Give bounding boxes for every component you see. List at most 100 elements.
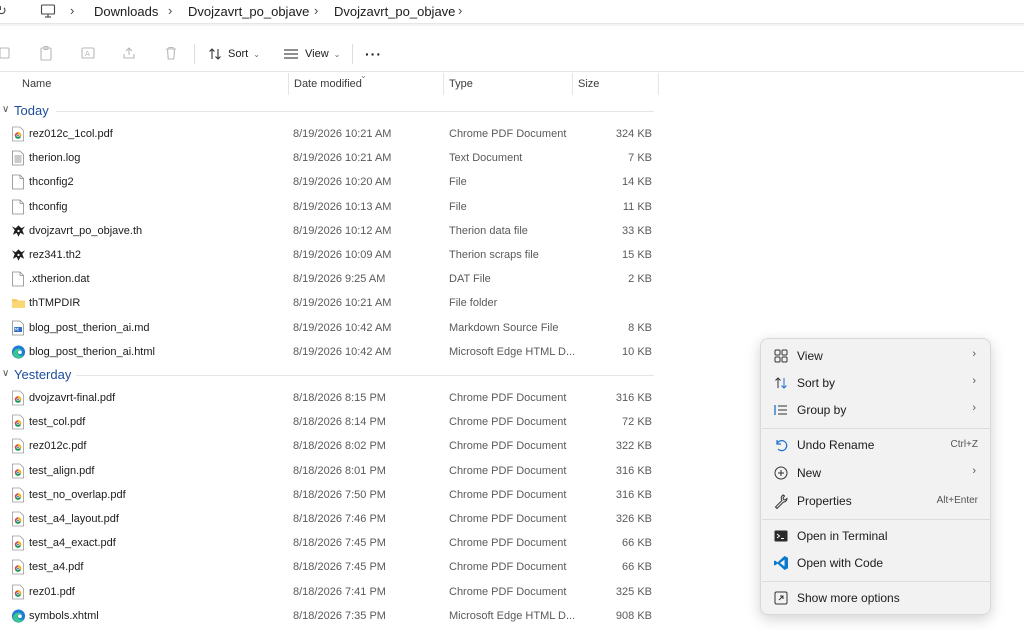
file-size: 2 KB	[628, 273, 652, 286]
file-date: 8/19/2026 10:21 AM	[293, 297, 392, 310]
file-row[interactable]: test_no_overlap.pdf 8/18/2026 7:50 PM Chro…	[0, 483, 660, 507]
file-size: 72 KB	[622, 416, 652, 429]
file-row[interactable]: blog_post_therion_ai.md 8/19/2026 10:42 A…	[0, 316, 660, 340]
column-divider[interactable]	[288, 73, 289, 95]
menu-item-view[interactable]: View ›	[765, 343, 988, 369]
context-menu: View › Sort by › Group by › Undo Rename …	[760, 338, 991, 615]
file-type: Chrome PDF Document	[449, 128, 567, 140]
file-date: 8/19/2026 9:25 AM	[293, 273, 386, 286]
file-name: dvojzavrt-final.pdf	[29, 392, 116, 404]
column-header-type[interactable]: Type	[449, 78, 473, 90]
file-row[interactable]: blog_post_therion_ai.html 8/19/2026 10:42…	[0, 340, 660, 364]
menu-item-sort-by[interactable]: Sort by ›	[765, 370, 988, 396]
copy-icon[interactable]	[0, 45, 12, 61]
file-type: Chrome PDF Document	[449, 513, 567, 525]
more-options-button[interactable]: ···	[365, 43, 382, 65]
chevron-down-icon: ⌄	[253, 49, 260, 59]
rename-icon[interactable]: A	[80, 45, 96, 61]
refresh-icon[interactable]: ↻	[0, 3, 12, 19]
view-label: View	[305, 48, 329, 60]
chevron-right-icon[interactable]: ›	[70, 3, 74, 18]
file-name: .xtherion.dat	[29, 273, 90, 286]
column-divider[interactable]	[572, 73, 573, 95]
file-row[interactable]: symbols.xhtml 8/18/2026 7:35 PM Microsoft …	[0, 604, 660, 628]
file-row[interactable]: test_align.pdf 8/18/2026 8:01 PM Chrome PD…	[0, 459, 660, 483]
file-row[interactable]: rez012c.pdf 8/18/2026 8:02 PM Chrome PDF D…	[0, 434, 660, 458]
pdf-icon	[11, 390, 25, 406]
menu-item-new[interactable]: New ›	[765, 460, 988, 486]
group-header-today[interactable]: ∨ Today	[0, 102, 660, 120]
breadcrumb-item-folder[interactable]: Dvojzavrt_po_objave	[188, 4, 309, 19]
file-type: File folder	[449, 297, 498, 310]
file-size: 316 KB	[615, 464, 652, 477]
file-type: File	[449, 176, 467, 189]
file-row[interactable]: rez012c_1col.pdf 8/19/2026 10:21 AM Chrome…	[0, 122, 660, 146]
toolbar-divider	[194, 44, 195, 64]
file-name: test_col.pdf	[29, 416, 86, 429]
sort-button[interactable]: Sort ⌄	[208, 43, 260, 65]
menu-item-label: New	[797, 466, 822, 480]
menu-divider	[762, 428, 991, 429]
this-pc-icon[interactable]	[40, 3, 56, 19]
file-row[interactable]: test_col.pdf 8/18/2026 8:14 PM Chrome PDF …	[0, 410, 660, 434]
menu-item-undo-rename[interactable]: Undo Rename Ctrl+Z	[765, 432, 988, 458]
file-row[interactable]: thTMPDIR 8/19/2026 10:21 AM File folder	[0, 291, 660, 315]
menu-item-open-terminal[interactable]: Open in Terminal	[765, 523, 988, 549]
file-name: rez01.pdf	[29, 585, 75, 598]
file-row[interactable]: rez341.th2 8/19/2026 10:09 AM Therion scra…	[0, 243, 660, 267]
pdf-icon	[11, 126, 25, 142]
file-type: Microsoft Edge HTML D...	[449, 609, 576, 622]
menu-item-show-more-options[interactable]: Show more options	[765, 585, 988, 611]
breadcrumb-item-current[interactable]: Dvojzavrt_po_objave	[334, 4, 455, 19]
pdf-icon	[11, 511, 25, 527]
menu-item-open-with-code[interactable]: Open with Code	[765, 550, 988, 576]
chevron-down-icon[interactable]: ∨	[2, 104, 9, 115]
file-row[interactable]: test_a4_layout.pdf 8/18/2026 7:46 PM Chrom…	[0, 507, 660, 531]
file-date: 8/18/2026 8:02 PM	[293, 440, 386, 453]
group-header-yesterday[interactable]: ∨ Yesterday	[0, 366, 660, 384]
breadcrumb[interactable]: ↻ › Downloads › Dvojzavrt_po_objave › Dv…	[0, 0, 1024, 24]
chevron-right-icon[interactable]: ›	[458, 3, 462, 18]
undo-icon	[776, 440, 788, 452]
sort-label: Sort	[228, 48, 249, 60]
chevron-right-icon: ›	[972, 375, 976, 387]
share-icon[interactable]	[121, 45, 137, 61]
file-row[interactable]: thconfig 8/19/2026 10:13 AM File 11 KB	[0, 195, 660, 219]
file-name: symbols.xhtml	[29, 609, 99, 622]
file-row[interactable]: rez01.pdf 8/18/2026 7:41 PM Chrome PDF Doc…	[0, 580, 660, 604]
menu-item-group-by[interactable]: Group by ›	[765, 397, 988, 423]
delete-icon[interactable]	[163, 45, 179, 61]
chevron-right-icon[interactable]: ›	[314, 3, 318, 18]
file-row[interactable]: dvojzavrt_po_objave.th 8/19/2026 10:12 AM…	[0, 219, 660, 243]
file-date: 8/18/2026 8:14 PM	[293, 416, 386, 429]
file-row[interactable]: test_a4_exact.pdf 8/18/2026 7:45 PM Chrome…	[0, 531, 660, 555]
chevron-down-icon[interactable]: ∨	[2, 368, 9, 379]
file-row[interactable]: thconfig2 8/19/2026 10:20 AM File 14 KB	[0, 170, 660, 194]
chevron-right-icon[interactable]: ›	[168, 3, 172, 18]
paste-icon[interactable]	[38, 45, 54, 61]
folder-icon	[11, 295, 26, 311]
file-size: 7 KB	[628, 152, 652, 165]
menu-item-properties[interactable]: Properties Alt+Enter	[765, 488, 988, 514]
breadcrumb-item-downloads[interactable]: Downloads	[94, 4, 158, 19]
file-type: Text Document	[449, 152, 523, 165]
column-header-size[interactable]: Size	[578, 78, 599, 90]
file-name: thconfig2	[29, 176, 74, 189]
file-date: 8/19/2026 10:13 AM	[293, 200, 392, 213]
view-button[interactable]: View ⌄	[283, 43, 340, 65]
file-name: therion.log	[29, 152, 81, 165]
wrench-icon	[774, 494, 788, 509]
file-date: 8/18/2026 7:46 PM	[293, 513, 386, 525]
column-header-name[interactable]: Name	[22, 78, 51, 90]
new-plus-icon	[774, 466, 788, 480]
file-size: 324 KB	[615, 128, 652, 140]
column-divider[interactable]	[658, 73, 659, 95]
file-row[interactable]: .xtherion.dat 8/19/2026 9:25 AM DAT File 2 …	[0, 267, 660, 291]
pdf-icon	[11, 438, 25, 454]
file-row[interactable]: test_a4.pdf 8/18/2026 7:45 PM Chrome PDF D…	[0, 555, 660, 579]
group-divider	[76, 375, 654, 376]
column-divider[interactable]	[443, 73, 444, 95]
file-row[interactable]: therion.log 8/19/2026 10:21 AM Text Docume…	[0, 146, 660, 170]
file-row[interactable]: dvojzavrt-final.pdf 8/18/2026 8:15 PM Chro…	[0, 386, 660, 410]
column-header-date[interactable]: Date modified	[294, 78, 362, 90]
